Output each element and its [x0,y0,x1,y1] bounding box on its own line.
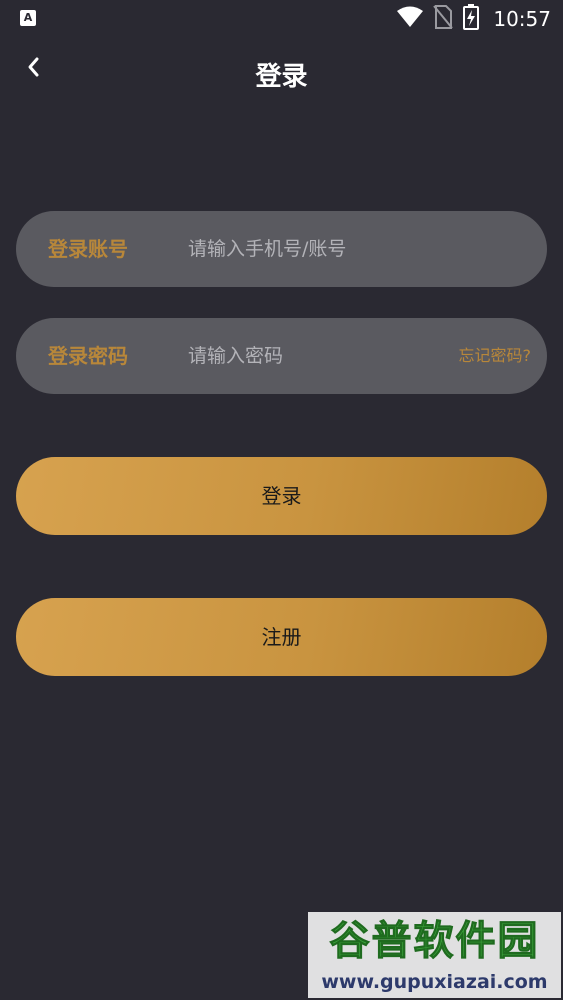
watermark: 谷普软件园 www.gupuxiazai.com [308,912,561,998]
watermark-url: www.gupuxiazai.com [321,971,548,993]
status-bar: A 10:57 [0,0,563,38]
password-label: 登录密码 [48,344,128,368]
login-button[interactable]: 登录 [16,457,547,535]
account-input[interactable] [188,229,438,269]
app-notification-icon: A [20,10,36,26]
account-input-row: 登录账号 [16,211,547,287]
password-input[interactable] [188,336,408,376]
battery-charging-icon [463,4,480,34]
status-time: 10:57 [493,7,551,31]
watermark-brand: 谷普软件园 [329,918,540,965]
account-label: 登录账号 [48,237,128,261]
wifi-icon [397,6,424,32]
login-screen: A 10:57 登录 登录账号 请输入手机号/账号 登录密码 忘记密码? 登录 … [0,0,563,1000]
password-input-row: 登录密码 忘记密码? [16,318,547,394]
page-title: 登录 [255,62,308,92]
status-icons: 10:57 [397,4,551,34]
no-sim-icon [433,5,454,33]
register-button[interactable]: 注册 [16,598,547,676]
forgot-password-link[interactable]: 忘记密码? [459,318,532,394]
header: 登录 [0,44,563,104]
